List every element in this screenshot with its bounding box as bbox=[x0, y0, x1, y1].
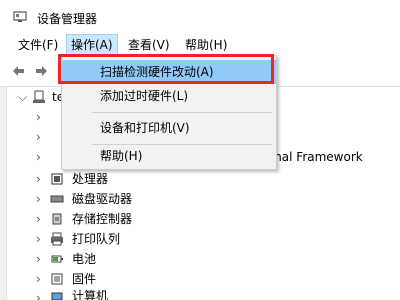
tree-left-gutter bbox=[0, 87, 7, 300]
window-title: 设备管理器 bbox=[37, 12, 98, 26]
firmware-icon bbox=[51, 273, 63, 285]
tree-item-computer[interactable]: › 计算机 bbox=[36, 288, 156, 300]
annotation-highlight-box bbox=[58, 54, 274, 84]
device-manager-icon bbox=[13, 11, 27, 22]
computer-icon bbox=[33, 90, 45, 103]
menu-help[interactable]: 帮助(H) bbox=[181, 34, 231, 56]
tree-item-label: 处理器 bbox=[72, 172, 109, 186]
forward-arrow-icon[interactable] bbox=[34, 64, 48, 78]
tree-item-disk-drive[interactable]: › 磁盘驱动器 bbox=[36, 189, 156, 209]
chevron-right-icon[interactable]: › bbox=[36, 288, 46, 300]
menu-item-label: 帮助(H) bbox=[100, 149, 143, 163]
tree-item-processor[interactable]: › 处理器 bbox=[36, 169, 156, 189]
computer-icon bbox=[51, 292, 63, 300]
tree-item-label: 计算机 bbox=[72, 289, 109, 300]
menu-bar: 文件(F) 操作(A) 查看(V) 帮助(H) bbox=[0, 34, 400, 56]
tree-item-label: 电池 bbox=[72, 252, 97, 266]
tree-item-label: 打印队列 bbox=[72, 232, 121, 246]
menu-item-label: 设备和打印机(V) bbox=[100, 121, 190, 135]
tree-item-firmware[interactable]: › 固件 bbox=[36, 269, 156, 289]
menu-action[interactable]: 操作(A) bbox=[66, 34, 118, 56]
chevron-right-icon[interactable]: › bbox=[36, 229, 46, 249]
chevron-right-icon[interactable]: › bbox=[36, 209, 46, 229]
menu-item-label: 添加过时硬件(L) bbox=[100, 89, 189, 103]
chevron-right-icon[interactable]: › bbox=[36, 249, 46, 269]
storage-controller-icon bbox=[52, 213, 62, 225]
tree-item-storage-controller[interactable]: › 存储控制器 bbox=[36, 209, 156, 229]
chevron-right-icon[interactable]: › bbox=[36, 169, 46, 189]
menu-item-add-legacy-hardware[interactable]: 添加过时硬件(L) bbox=[62, 84, 276, 108]
tree-item-print-queue[interactable]: › 打印队列 bbox=[36, 229, 156, 249]
menu-file[interactable]: 文件(F) bbox=[14, 34, 62, 56]
menu-view[interactable]: 查看(V) bbox=[124, 34, 174, 56]
tree-item-label: 存储控制器 bbox=[72, 212, 133, 226]
tree-item-battery[interactable]: › 电池 bbox=[36, 249, 156, 269]
title-bar: 设备管理器 bbox=[0, 0, 400, 34]
menu-separator bbox=[92, 112, 272, 113]
battery-icon bbox=[51, 255, 63, 263]
chevron-down-icon[interactable]: ⌵ bbox=[18, 87, 28, 107]
chevron-right-icon[interactable]: › bbox=[36, 269, 46, 289]
back-arrow-icon[interactable] bbox=[12, 64, 26, 78]
disk-drive-icon bbox=[50, 195, 64, 203]
print-queue-icon bbox=[51, 232, 63, 246]
processor-icon bbox=[51, 173, 63, 185]
chevron-right-icon[interactable]: › bbox=[36, 189, 46, 209]
menu-item-help[interactable]: 帮助(H) bbox=[62, 144, 276, 168]
tree-item-label: 固件 bbox=[72, 272, 97, 286]
menu-item-devices-and-printers[interactable]: 设备和打印机(V) bbox=[62, 116, 276, 140]
chevron-right-icon[interactable]: › bbox=[36, 127, 46, 147]
chevron-right-icon[interactable]: › bbox=[36, 107, 46, 127]
chevron-right-icon[interactable]: › bbox=[36, 147, 46, 167]
tree-item-label: 磁盘驱动器 bbox=[72, 192, 133, 206]
